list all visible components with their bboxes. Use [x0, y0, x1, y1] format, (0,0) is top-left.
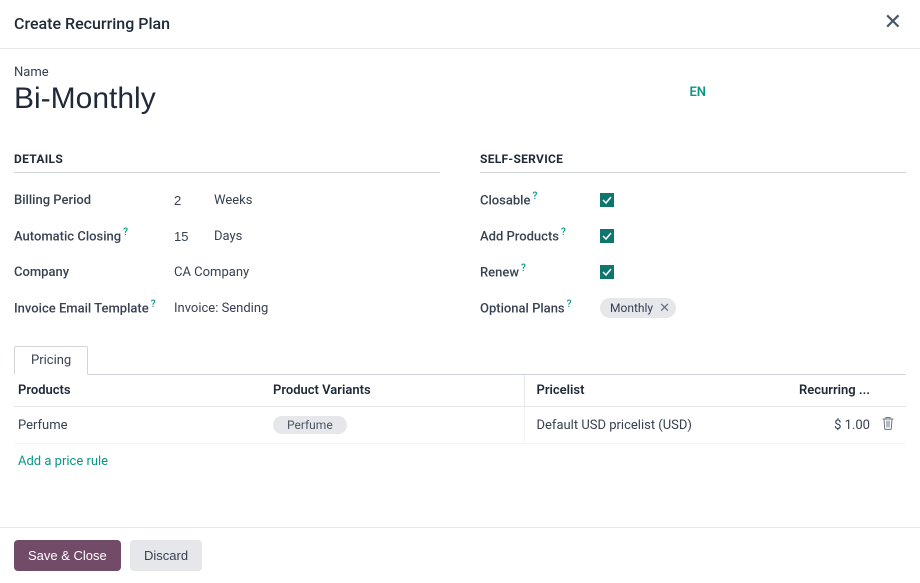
tag-remove-icon[interactable]: ✕	[659, 302, 670, 315]
billing-period-label: Billing Period	[14, 193, 174, 208]
name-row: Name EN	[14, 65, 906, 116]
auto-closing-label-text: Automatic Closing	[14, 230, 121, 245]
col-variants[interactable]: Product Variants	[269, 375, 524, 407]
tab-pricing[interactable]: Pricing	[14, 346, 88, 375]
closable-label: Closable?	[480, 191, 600, 208]
closable-row: Closable?	[480, 189, 906, 211]
invoice-template-row: Invoice Email Template? Invoice: Sending	[14, 297, 440, 319]
closable-checkbox[interactable]	[600, 193, 614, 207]
dialog-footer: Save & Close Discard	[0, 527, 920, 583]
renew-label-text: Renew	[480, 266, 519, 281]
cell-delete	[878, 407, 906, 444]
form-columns: DETAILS Billing Period Weeks Automatic C…	[14, 152, 906, 333]
add-products-checkbox[interactable]	[600, 229, 614, 243]
dialog-header: Create Recurring Plan ✕	[0, 0, 920, 49]
details-section-title: DETAILS	[14, 152, 440, 173]
auto-closing-unit: Days	[214, 229, 242, 244]
save-button[interactable]: Save & Close	[14, 540, 121, 571]
auto-closing-label: Automatic Closing?	[14, 227, 174, 244]
cell-price[interactable]: $ 1.00	[768, 407, 878, 444]
closable-label-text: Closable	[480, 194, 530, 209]
self-service-section-title: SELF-SERVICE	[480, 152, 906, 173]
renew-label: Renew?	[480, 263, 600, 280]
billing-period-row: Billing Period Weeks	[14, 189, 440, 211]
name-block: Name	[14, 65, 514, 116]
billing-period-unit-select[interactable]: Weeks	[214, 193, 252, 208]
add-products-row: Add Products?	[480, 225, 906, 247]
name-label: Name	[14, 65, 514, 80]
check-icon	[602, 195, 612, 205]
discard-button[interactable]: Discard	[130, 540, 202, 571]
invoice-template-select[interactable]: Invoice: Sending	[174, 301, 268, 316]
optional-plans-row: Optional Plans? Monthly ✕	[480, 297, 906, 319]
invoice-template-label: Invoice Email Template?	[14, 298, 174, 319]
add-products-label: Add Products?	[480, 227, 600, 244]
tabs: Pricing	[14, 345, 906, 374]
name-input[interactable]	[14, 82, 514, 116]
table-header-row: Products Product Variants Pricelist Recu…	[14, 375, 906, 407]
optional-plan-tag[interactable]: Monthly ✕	[600, 298, 676, 318]
company-label: Company	[14, 265, 174, 280]
self-service-column: SELF-SERVICE Closable? Add Products?	[480, 152, 906, 333]
language-badge[interactable]: EN	[689, 65, 906, 100]
add-price-rule-link[interactable]: Add a price rule	[14, 444, 112, 479]
help-icon[interactable]: ?	[123, 227, 128, 238]
company-row: Company CA Company	[14, 261, 440, 283]
col-pricelist[interactable]: Pricelist	[524, 375, 768, 407]
help-icon[interactable]: ?	[532, 191, 537, 202]
optional-plans-label-text: Optional Plans	[480, 302, 565, 317]
table-row[interactable]: Perfume Perfume Default USD pricelist (U…	[14, 407, 906, 444]
optional-plan-tag-label: Monthly	[610, 301, 653, 315]
col-products[interactable]: Products	[14, 375, 269, 407]
pricing-table-wrap: Products Product Variants Pricelist Recu…	[14, 374, 906, 479]
invoice-template-label-text: Invoice Email Template	[14, 301, 149, 316]
check-icon	[602, 267, 612, 277]
trash-icon[interactable]	[882, 416, 894, 434]
col-price[interactable]: Recurring ...	[768, 375, 878, 407]
auto-closing-row: Automatic Closing? Days	[14, 225, 440, 247]
company-select[interactable]: CA Company	[174, 265, 249, 280]
col-delete	[878, 375, 906, 407]
variant-tag[interactable]: Perfume	[273, 416, 347, 434]
auto-closing-value-input[interactable]	[174, 229, 214, 244]
cell-pricelist[interactable]: Default USD pricelist (USD)	[524, 407, 768, 444]
add-products-label-text: Add Products	[480, 230, 559, 245]
optional-plans-label: Optional Plans?	[480, 299, 600, 316]
help-icon[interactable]: ?	[521, 263, 526, 274]
details-column: DETAILS Billing Period Weeks Automatic C…	[14, 152, 440, 333]
cell-product[interactable]: Perfume	[14, 407, 269, 444]
billing-period-value-input[interactable]	[174, 193, 214, 208]
help-icon[interactable]: ?	[151, 299, 156, 310]
cell-variant[interactable]: Perfume	[269, 407, 524, 444]
help-icon[interactable]: ?	[567, 299, 572, 310]
dialog-body: Name EN DETAILS Billing Period Weeks Aut…	[0, 49, 920, 479]
close-icon[interactable]: ✕	[880, 12, 906, 34]
renew-row: Renew?	[480, 261, 906, 283]
renew-checkbox[interactable]	[600, 265, 614, 279]
check-icon	[602, 231, 612, 241]
dialog-title: Create Recurring Plan	[14, 14, 170, 33]
pricing-table: Products Product Variants Pricelist Recu…	[14, 375, 906, 444]
help-icon[interactable]: ?	[561, 227, 566, 238]
